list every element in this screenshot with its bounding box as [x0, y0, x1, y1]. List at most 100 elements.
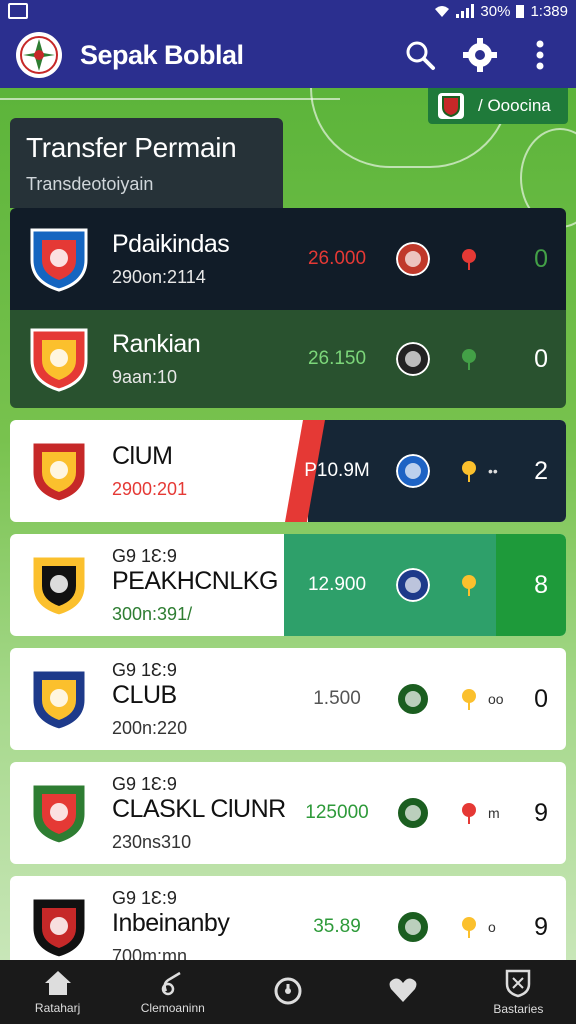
- transfer-row[interactable]: G9 1Ɛ:9 PEAKHCNLKG 300n:391/ 12.900 8: [10, 534, 566, 636]
- transfer-count: 0: [534, 344, 548, 373]
- player-meta: G9 1Ɛ:9: [112, 773, 177, 794]
- transfer-fee: 26.150: [307, 348, 367, 369]
- more-options-icon[interactable]: [520, 35, 560, 75]
- destination-club-icon: [396, 796, 430, 830]
- clock: 1:389: [530, 2, 568, 20]
- transfer-date: 230ns310: [112, 831, 192, 852]
- player-meta: G9 1Ɛ:9: [112, 545, 177, 566]
- match-chip[interactable]: / Ooocina: [428, 88, 568, 124]
- destination-club-icon: [396, 568, 430, 602]
- signal-icon: [456, 4, 475, 18]
- row-accent: [496, 534, 566, 636]
- player-info: G9 1Ɛ:9 Inbeinanby 700m:mn: [112, 888, 302, 967]
- player-info: ClUM 2900:201: [112, 442, 302, 500]
- chip-label: / Ooocina: [478, 96, 551, 115]
- nav-label: Bastaries: [493, 1002, 544, 1016]
- nav-label: Clemoaninn: [140, 1001, 205, 1015]
- nav-home[interactable]: Rataharj: [3, 969, 113, 1015]
- transfer-row[interactable]: Rankian 9aan:10 26.150 0: [10, 310, 566, 408]
- player-name: PEAKHCNLKG: [112, 566, 278, 595]
- player-name: Pdaikindas: [112, 230, 230, 258]
- transfer-date: 200n:220: [112, 717, 188, 738]
- transfer-date: 300n:391/: [112, 603, 193, 624]
- transfer-count: 0: [534, 244, 548, 273]
- transfer-row[interactable]: ClUM 2900:201 P10.9M •• 2: [10, 420, 566, 522]
- transfer-count: 2: [534, 456, 548, 485]
- destination-club-icon: [396, 682, 430, 716]
- screenshot-icon: [8, 3, 28, 19]
- status-pin-icon: [458, 574, 480, 596]
- status-pin-icon: [458, 916, 480, 938]
- player-name: CLUB: [112, 680, 177, 709]
- transfer-fee: 35.89: [313, 916, 361, 937]
- nav-live[interactable]: [233, 975, 343, 1009]
- club-crest-icon: [30, 896, 88, 960]
- club-crest-icon: [30, 328, 88, 392]
- bottom-navigation: Rataharj Clemoaninn Bastaries: [0, 960, 576, 1024]
- status-text: o: [488, 919, 496, 935]
- app-logo: [16, 32, 62, 78]
- transfer-fee: P10.9M: [304, 460, 370, 481]
- club-crest-icon: [30, 668, 88, 732]
- status-text: ••: [488, 463, 498, 479]
- transfer-list: Pdaikindas 290on:2114 26.000 0 Rankian 9…: [10, 208, 566, 978]
- transfer-date: 9aan:10: [112, 367, 178, 387]
- player-info: Rankian 9aan:10: [112, 330, 302, 388]
- status-pin-icon: [458, 688, 480, 710]
- player-meta: G9 1Ɛ:9: [112, 659, 177, 680]
- transfer-fee: 125000: [305, 802, 369, 823]
- battery-icon: [516, 5, 525, 18]
- settings-icon[interactable]: [460, 35, 500, 75]
- destination-club-icon: [396, 454, 430, 488]
- destination-club-icon: [396, 342, 430, 376]
- club-crest-icon: [30, 228, 88, 292]
- transfer-date: 290on:2114: [112, 267, 206, 287]
- section-subtitle: Transdeotoiyain: [26, 174, 154, 194]
- transfer-count: 9: [534, 798, 548, 827]
- transfer-count: 0: [534, 684, 548, 713]
- transfer-count: 8: [534, 570, 548, 599]
- section-header: Transfer Permain Transdeotoiyain: [10, 118, 283, 208]
- app-bar: Sepak Boblal: [0, 22, 576, 88]
- player-name: Inbeinanby: [112, 908, 230, 937]
- section-title: Transfer Permain: [26, 132, 237, 163]
- player-name: Rankian: [112, 330, 201, 358]
- transfer-fee: 12.900: [307, 574, 367, 595]
- club-crest-icon: [438, 93, 464, 119]
- club-crest-icon: [30, 554, 88, 618]
- club-crest-icon: [30, 440, 88, 504]
- status-text: m: [488, 805, 500, 821]
- status-pin-icon: [458, 248, 480, 270]
- status-pin-icon: [458, 460, 480, 482]
- whistle-icon: [161, 971, 181, 996]
- status-pin-icon: [458, 802, 480, 824]
- heart-icon: [389, 978, 417, 1002]
- player-name: CLASKL ClUNR: [112, 794, 286, 823]
- nav-competitions[interactable]: Clemoaninn: [118, 969, 228, 1015]
- shield-icon: [506, 969, 531, 998]
- player-name: ClUM: [112, 442, 173, 470]
- transfer-fee: 1.500: [313, 688, 361, 709]
- wifi-icon: [435, 6, 450, 17]
- player-meta: G9 1Ɛ:9: [112, 887, 177, 908]
- transfer-count: 9: [534, 912, 548, 941]
- battery-level: 30%: [480, 2, 511, 20]
- timer-icon: [274, 977, 302, 1005]
- status-text: oo: [488, 691, 504, 707]
- transfer-row[interactable]: G9 1Ɛ:9 CLASKL ClUNR 230ns310 125000 m 9: [10, 762, 566, 864]
- search-icon[interactable]: [400, 35, 440, 75]
- transfer-row[interactable]: G9 1Ɛ:9 CLUB 200n:220 1.500 oo 0: [10, 648, 566, 750]
- nav-favorites[interactable]: [348, 976, 458, 1008]
- transfer-date: 2900:201: [112, 479, 188, 499]
- app-title: Sepak Boblal: [80, 39, 244, 70]
- transfer-fee: 26.000: [307, 248, 367, 269]
- club-crest-icon: [30, 782, 88, 846]
- nav-stories[interactable]: Bastaries: [463, 968, 573, 1016]
- destination-club-icon: [396, 910, 430, 944]
- status-bar: 30% 1:389: [0, 0, 576, 22]
- nav-label: Rataharj: [34, 1001, 81, 1015]
- player-info: G9 1Ɛ:9 PEAKHCNLKG 300n:391/: [112, 546, 302, 625]
- transfer-row[interactable]: Pdaikindas 290on:2114 26.000 0: [10, 208, 566, 310]
- status-pin-icon: [458, 348, 480, 370]
- player-info: G9 1Ɛ:9 CLUB 200n:220: [112, 660, 302, 739]
